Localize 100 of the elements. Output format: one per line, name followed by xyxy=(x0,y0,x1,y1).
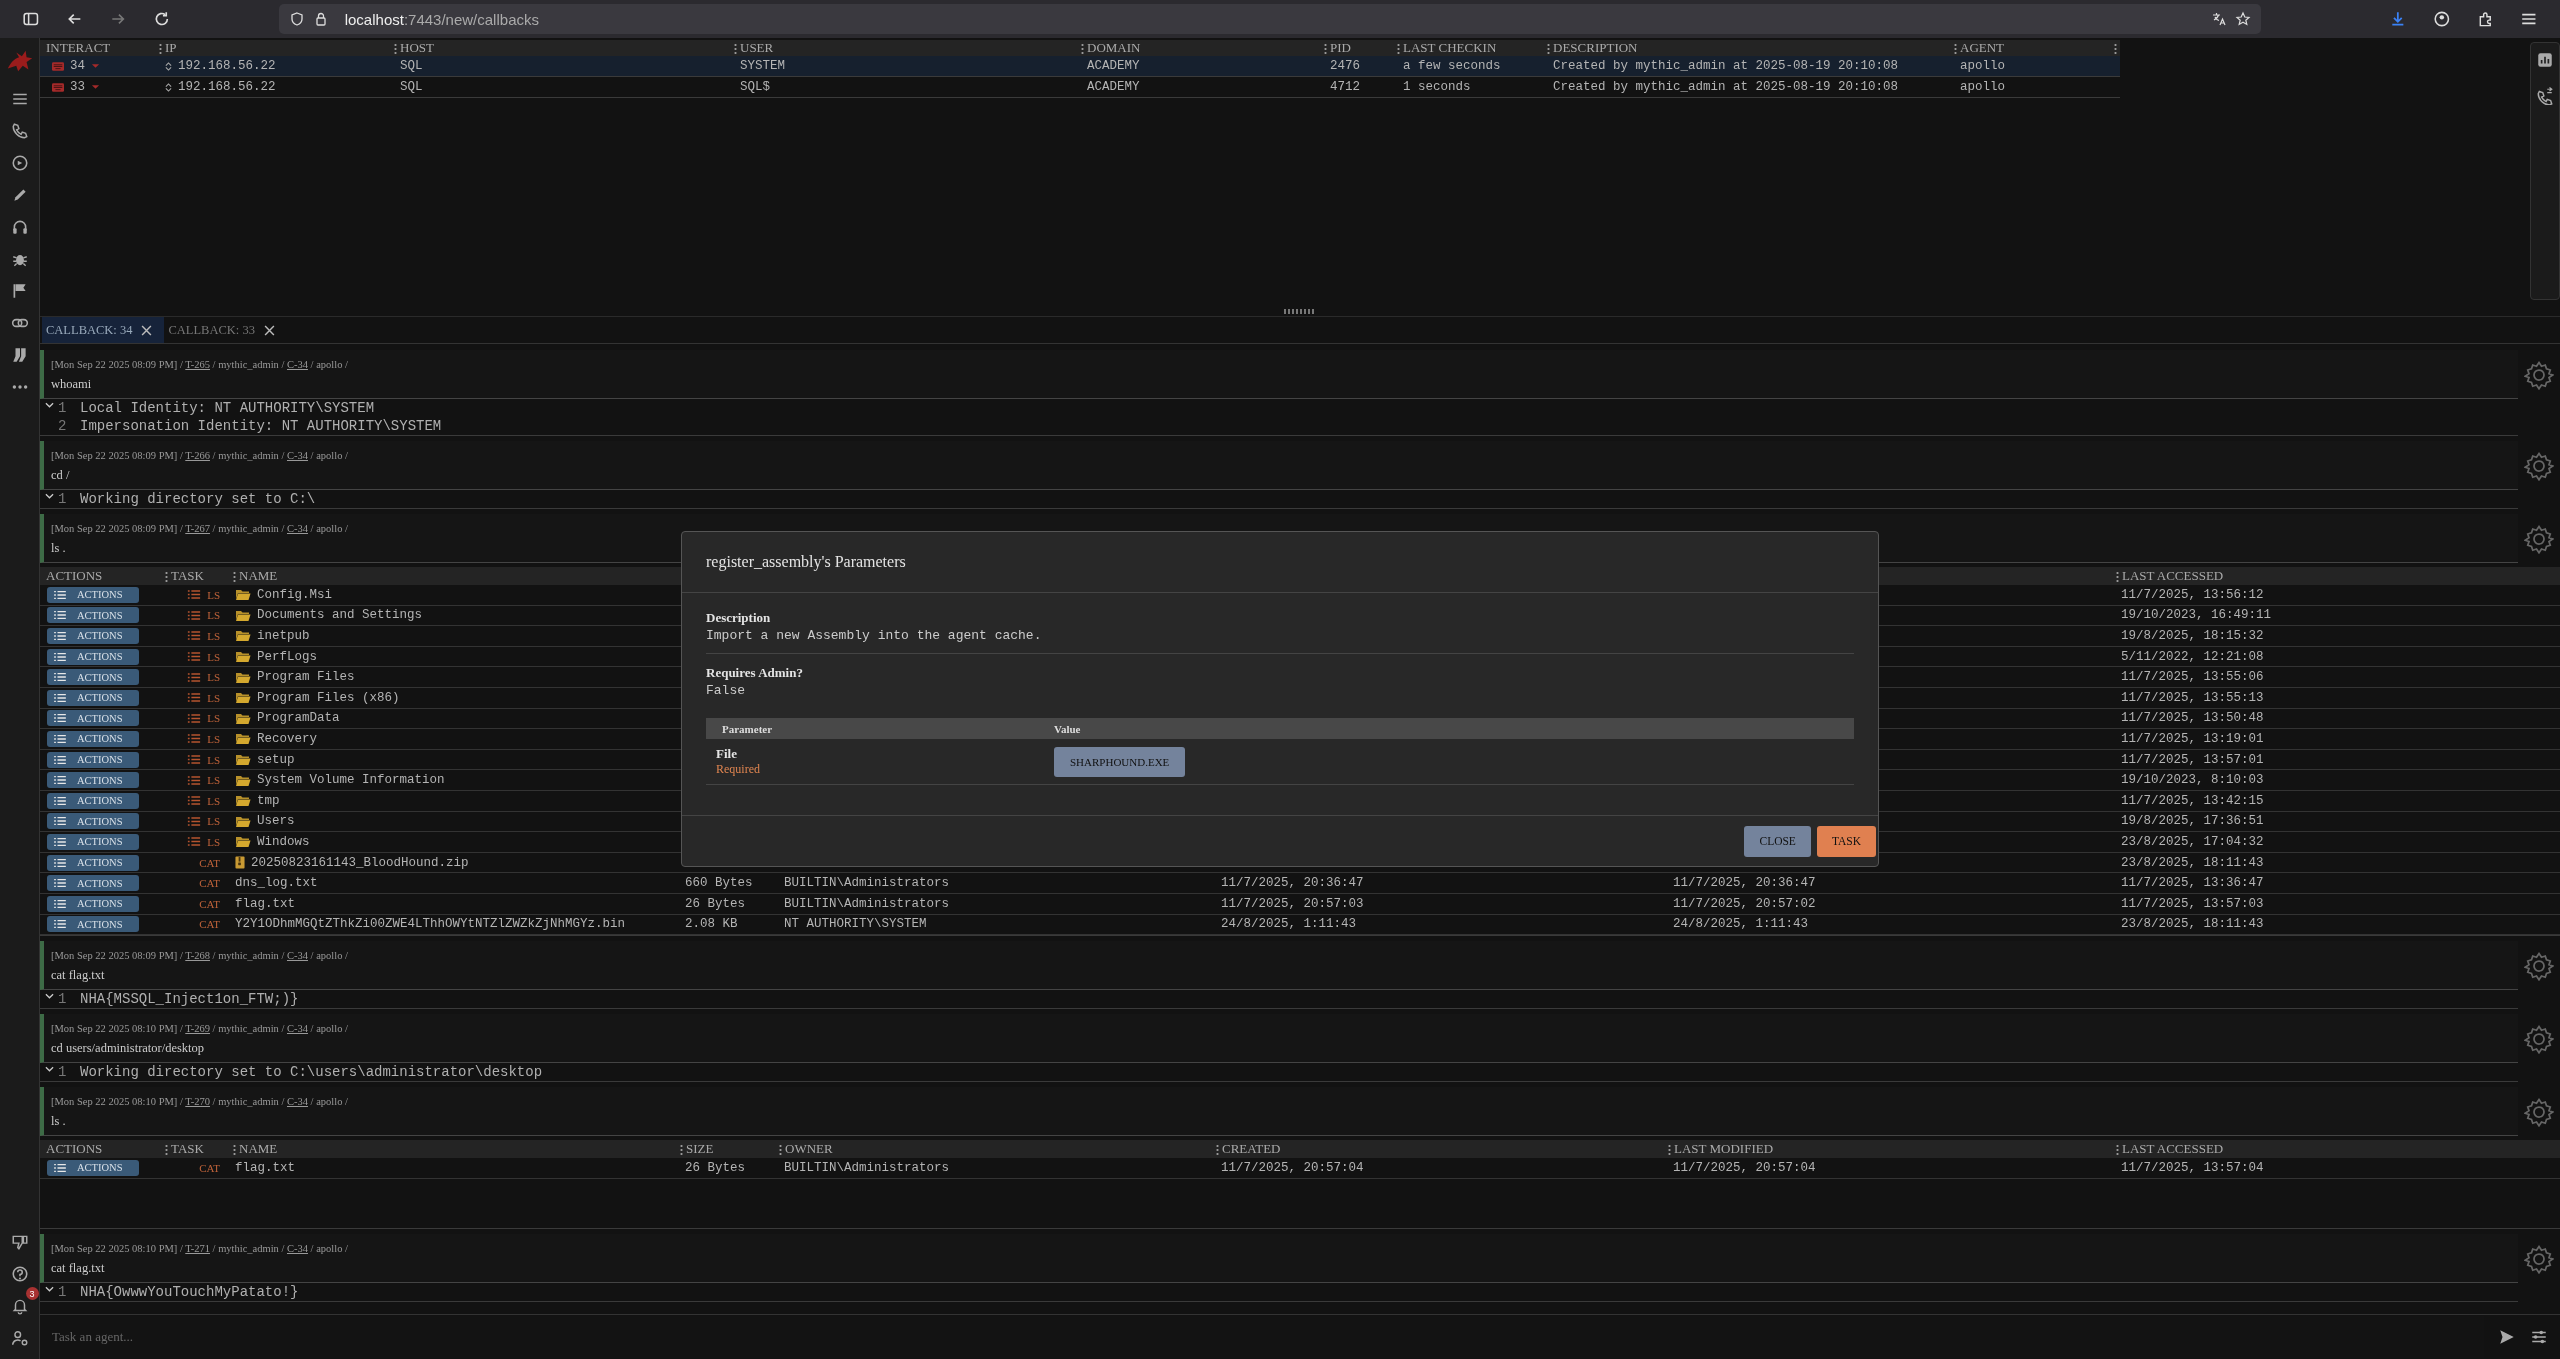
collapse-chevron-icon[interactable] xyxy=(45,493,54,499)
settings-icon[interactable] xyxy=(2524,359,2554,390)
actions-button[interactable]: ACTIONS xyxy=(47,1159,139,1176)
task-link[interactable]: LS xyxy=(207,815,220,828)
column-header[interactable]: TASK xyxy=(171,568,204,584)
callback-link[interactable]: C-34 xyxy=(287,450,308,461)
column-header[interactable]: NAME xyxy=(239,568,278,584)
settings-icon[interactable] xyxy=(2524,523,2554,554)
phone-transfer-icon[interactable] xyxy=(2536,87,2554,105)
callback-link[interactable]: C-34 xyxy=(287,1096,308,1108)
account-icon[interactable] xyxy=(2433,10,2451,28)
headphones-icon[interactable] xyxy=(10,218,29,236)
column-header[interactable]: AGENT xyxy=(1960,40,2005,56)
list-icon[interactable] xyxy=(187,609,202,621)
actions-button[interactable]: ACTIONS xyxy=(47,669,139,686)
task-link[interactable]: T-266 xyxy=(185,450,210,461)
actions-button[interactable]: ACTIONS xyxy=(47,895,139,912)
chart-icon[interactable] xyxy=(2536,51,2554,69)
column-handle-icon[interactable] xyxy=(1547,42,1550,54)
collapse-chevron-icon[interactable] xyxy=(45,1066,54,1073)
task-link[interactable]: LS xyxy=(207,588,220,601)
column-handle-icon[interactable] xyxy=(159,42,162,54)
column-handle-icon[interactable] xyxy=(165,1143,168,1155)
close-icon[interactable] xyxy=(141,324,153,336)
collapse-chevron-icon[interactable] xyxy=(45,402,54,408)
list-icon[interactable] xyxy=(187,774,202,786)
resize-handle[interactable] xyxy=(1284,308,1316,314)
task-link[interactable]: LS xyxy=(207,691,220,704)
actions-button[interactable]: ACTIONS xyxy=(47,854,139,871)
callback-row[interactable]: 34 192.168.56.22 SQL SYSTEM ACADEMY 2476 a few seconds Created by mythic_admin at 2025-08-19 20:10:08 apollo xyxy=(40,56,2120,77)
column-handle-icon[interactable] xyxy=(233,570,236,582)
column-header[interactable]: SIZE xyxy=(686,1141,714,1158)
sliders-icon[interactable] xyxy=(2530,1328,2548,1346)
callback-link[interactable]: C-34 xyxy=(287,1243,308,1255)
task-link[interactable]: CAT xyxy=(199,897,220,910)
column-header[interactable]: INTERACT xyxy=(46,40,111,56)
column-header[interactable]: DOMAIN xyxy=(1087,40,1141,56)
column-header[interactable]: ACTIONS xyxy=(46,568,103,584)
actions-button[interactable]: ACTIONS xyxy=(47,586,139,603)
column-handle-icon[interactable] xyxy=(233,1143,236,1155)
task-link[interactable]: LS xyxy=(207,712,220,725)
list-icon[interactable] xyxy=(187,836,202,848)
actions-button[interactable]: ACTIONS xyxy=(47,607,139,624)
column-header[interactable]: PID xyxy=(1330,40,1351,56)
task-link[interactable]: CAT xyxy=(199,1161,220,1174)
column-header[interactable]: TASK xyxy=(171,1141,204,1158)
task-link[interactable]: LS xyxy=(207,732,220,745)
help-icon[interactable] xyxy=(10,1265,29,1283)
task-link[interactable]: CAT xyxy=(199,877,220,890)
list-icon[interactable] xyxy=(187,712,202,724)
list-icon[interactable] xyxy=(187,589,202,601)
callback-tab[interactable]: CALLBACK: 33 xyxy=(164,317,287,343)
task-link[interactable]: T-271 xyxy=(185,1243,210,1255)
translate-icon[interactable] xyxy=(2211,11,2228,27)
settings-icon[interactable] xyxy=(2524,950,2554,981)
column-handle-icon[interactable] xyxy=(734,42,737,54)
task-link[interactable]: T-269 xyxy=(185,1023,210,1035)
column-header[interactable]: USER xyxy=(740,40,774,56)
callback-row[interactable]: 33 192.168.56.22 SQL SQL$ ACADEMY 4712 1 seconds Created by mythic_admin at 2025-08-19 20:10:08 apollo xyxy=(40,77,2120,98)
task-link[interactable]: LS xyxy=(207,774,220,787)
column-handle-icon[interactable] xyxy=(2116,570,2119,582)
task-link[interactable]: T-268 xyxy=(185,950,210,962)
column-handle-icon[interactable] xyxy=(1216,1143,1219,1155)
actions-button[interactable]: ACTIONS xyxy=(47,875,139,892)
list-icon[interactable] xyxy=(187,815,202,827)
star-icon[interactable] xyxy=(2235,11,2252,27)
settings-icon[interactable] xyxy=(2524,1096,2554,1127)
list-icon[interactable] xyxy=(187,733,202,745)
column-header[interactable]: LAST ACCESSED xyxy=(2122,1141,2224,1158)
settings-icon[interactable] xyxy=(2524,450,2554,481)
task-link[interactable]: T-270 xyxy=(185,1096,210,1108)
caret-icon[interactable] xyxy=(91,84,100,90)
column-header[interactable]: CREATED xyxy=(1222,1141,1281,1158)
actions-button[interactable]: ACTIONS xyxy=(47,648,139,665)
submit-button[interactable]: TASK xyxy=(1816,825,1876,857)
callback-tab[interactable]: CALLBACK: 34 xyxy=(42,317,165,343)
column-handle-icon[interactable] xyxy=(2116,1143,2119,1155)
task-link[interactable]: LS xyxy=(207,835,220,848)
actions-button[interactable]: ACTIONS xyxy=(47,792,139,809)
column-handle-icon[interactable] xyxy=(1324,42,1327,54)
column-header[interactable]: NAME xyxy=(239,1141,278,1158)
list-icon[interactable] xyxy=(187,754,202,766)
task-link[interactable]: T-265 xyxy=(185,359,210,370)
settings-icon[interactable] xyxy=(2524,1023,2554,1054)
actions-button[interactable]: ACTIONS xyxy=(47,772,139,789)
collapse-chevron-icon[interactable] xyxy=(45,993,54,1000)
sort-arrows-icon[interactable] xyxy=(165,60,172,72)
column-handle-icon[interactable] xyxy=(1081,42,1084,54)
task-link[interactable]: LS xyxy=(207,753,220,766)
task-link[interactable]: CAT xyxy=(199,856,220,869)
column-handle-icon[interactable] xyxy=(779,1143,782,1155)
task-link[interactable]: CAT xyxy=(199,918,220,931)
sort-arrows-icon[interactable] xyxy=(165,81,172,93)
actions-button[interactable]: ACTIONS xyxy=(47,710,139,727)
actions-button[interactable]: ACTIONS xyxy=(47,730,139,747)
list-icon[interactable] xyxy=(187,630,202,642)
column-header[interactable]: LAST MODIFIED xyxy=(1674,1141,1774,1158)
column-header[interactable]: LAST CHECKIN xyxy=(1403,40,1497,56)
reload-icon[interactable] xyxy=(153,10,171,28)
column-handle-icon[interactable] xyxy=(1397,42,1400,54)
